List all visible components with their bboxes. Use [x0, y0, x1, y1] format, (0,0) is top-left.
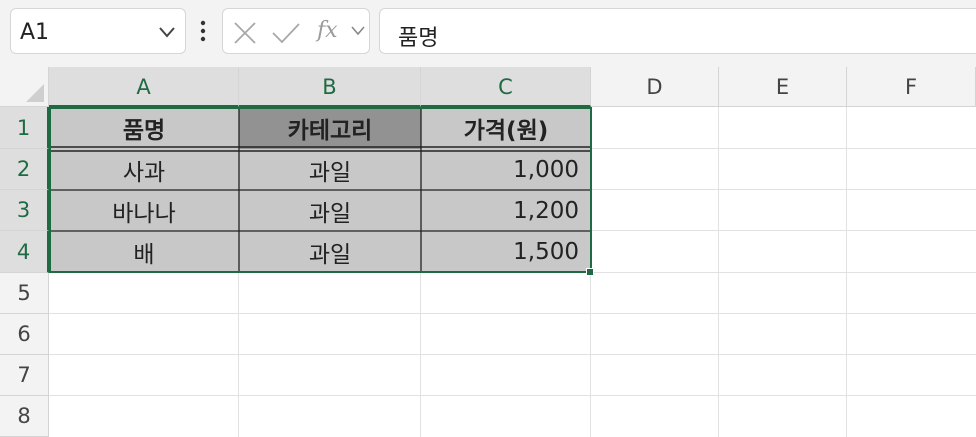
cell-b1[interactable]: 카테고리 — [239, 107, 421, 149]
formula-actions: fx — [222, 8, 370, 54]
gridline — [49, 395, 976, 396]
formula-toolbar: A1 fx 품명 — [0, 0, 976, 64]
chevron-down-icon[interactable] — [159, 26, 175, 38]
row-header-4[interactable]: 4 — [0, 231, 49, 273]
cell-b4[interactable]: 과일 — [239, 231, 421, 273]
cell-c3[interactable]: 1,200 — [421, 190, 591, 231]
cell-c2[interactable]: 1,000 — [421, 149, 591, 190]
cell-c4[interactable]: 1,500 — [421, 231, 591, 273]
cell-a4[interactable]: 배 — [49, 231, 239, 273]
column-header-b[interactable]: B — [239, 67, 421, 107]
column-header-d[interactable]: D — [591, 67, 719, 107]
spreadsheet-grid[interactable]: A B C D E F 1 2 3 4 5 6 7 8 품명 카테고리 가격(원… — [0, 67, 976, 437]
name-box-value: A1 — [20, 20, 50, 45]
formula-content: 품명 — [398, 26, 439, 51]
row-header-8[interactable]: 8 — [0, 396, 49, 437]
more-options-icon[interactable] — [197, 20, 209, 42]
row-header-6[interactable]: 6 — [0, 314, 49, 355]
cell-a3[interactable]: 바나나 — [49, 190, 239, 231]
row-header-7[interactable]: 7 — [0, 355, 49, 396]
select-all-icon — [26, 84, 44, 102]
formula-input[interactable]: 품명 — [379, 8, 976, 54]
name-box[interactable]: A1 — [10, 8, 186, 54]
row-header-5[interactable]: 5 — [0, 273, 49, 314]
fill-handle[interactable] — [586, 268, 594, 276]
row-header-3[interactable]: 3 — [0, 190, 49, 231]
column-header-e[interactable]: E — [719, 67, 847, 107]
check-icon[interactable] — [271, 22, 301, 44]
column-header-f[interactable]: F — [847, 67, 976, 107]
row-header-2[interactable]: 2 — [0, 149, 49, 190]
row-header-1[interactable]: 1 — [0, 107, 49, 149]
insert-function-icon[interactable]: fx — [317, 18, 338, 43]
cell-a1[interactable]: 품명 — [49, 107, 239, 149]
cell-c1[interactable]: 가격(원) — [421, 107, 591, 149]
gridline — [49, 313, 976, 314]
cell-a2[interactable]: 사과 — [49, 149, 239, 190]
cancel-icon[interactable] — [233, 22, 257, 44]
cell-b2[interactable]: 과일 — [239, 149, 421, 190]
select-all-button[interactable] — [0, 67, 49, 107]
column-header-c[interactable]: C — [421, 67, 591, 107]
chevron-down-icon[interactable] — [351, 26, 365, 36]
column-header-a[interactable]: A — [49, 67, 239, 107]
cell-b3[interactable]: 과일 — [239, 190, 421, 231]
gridline — [49, 354, 976, 355]
